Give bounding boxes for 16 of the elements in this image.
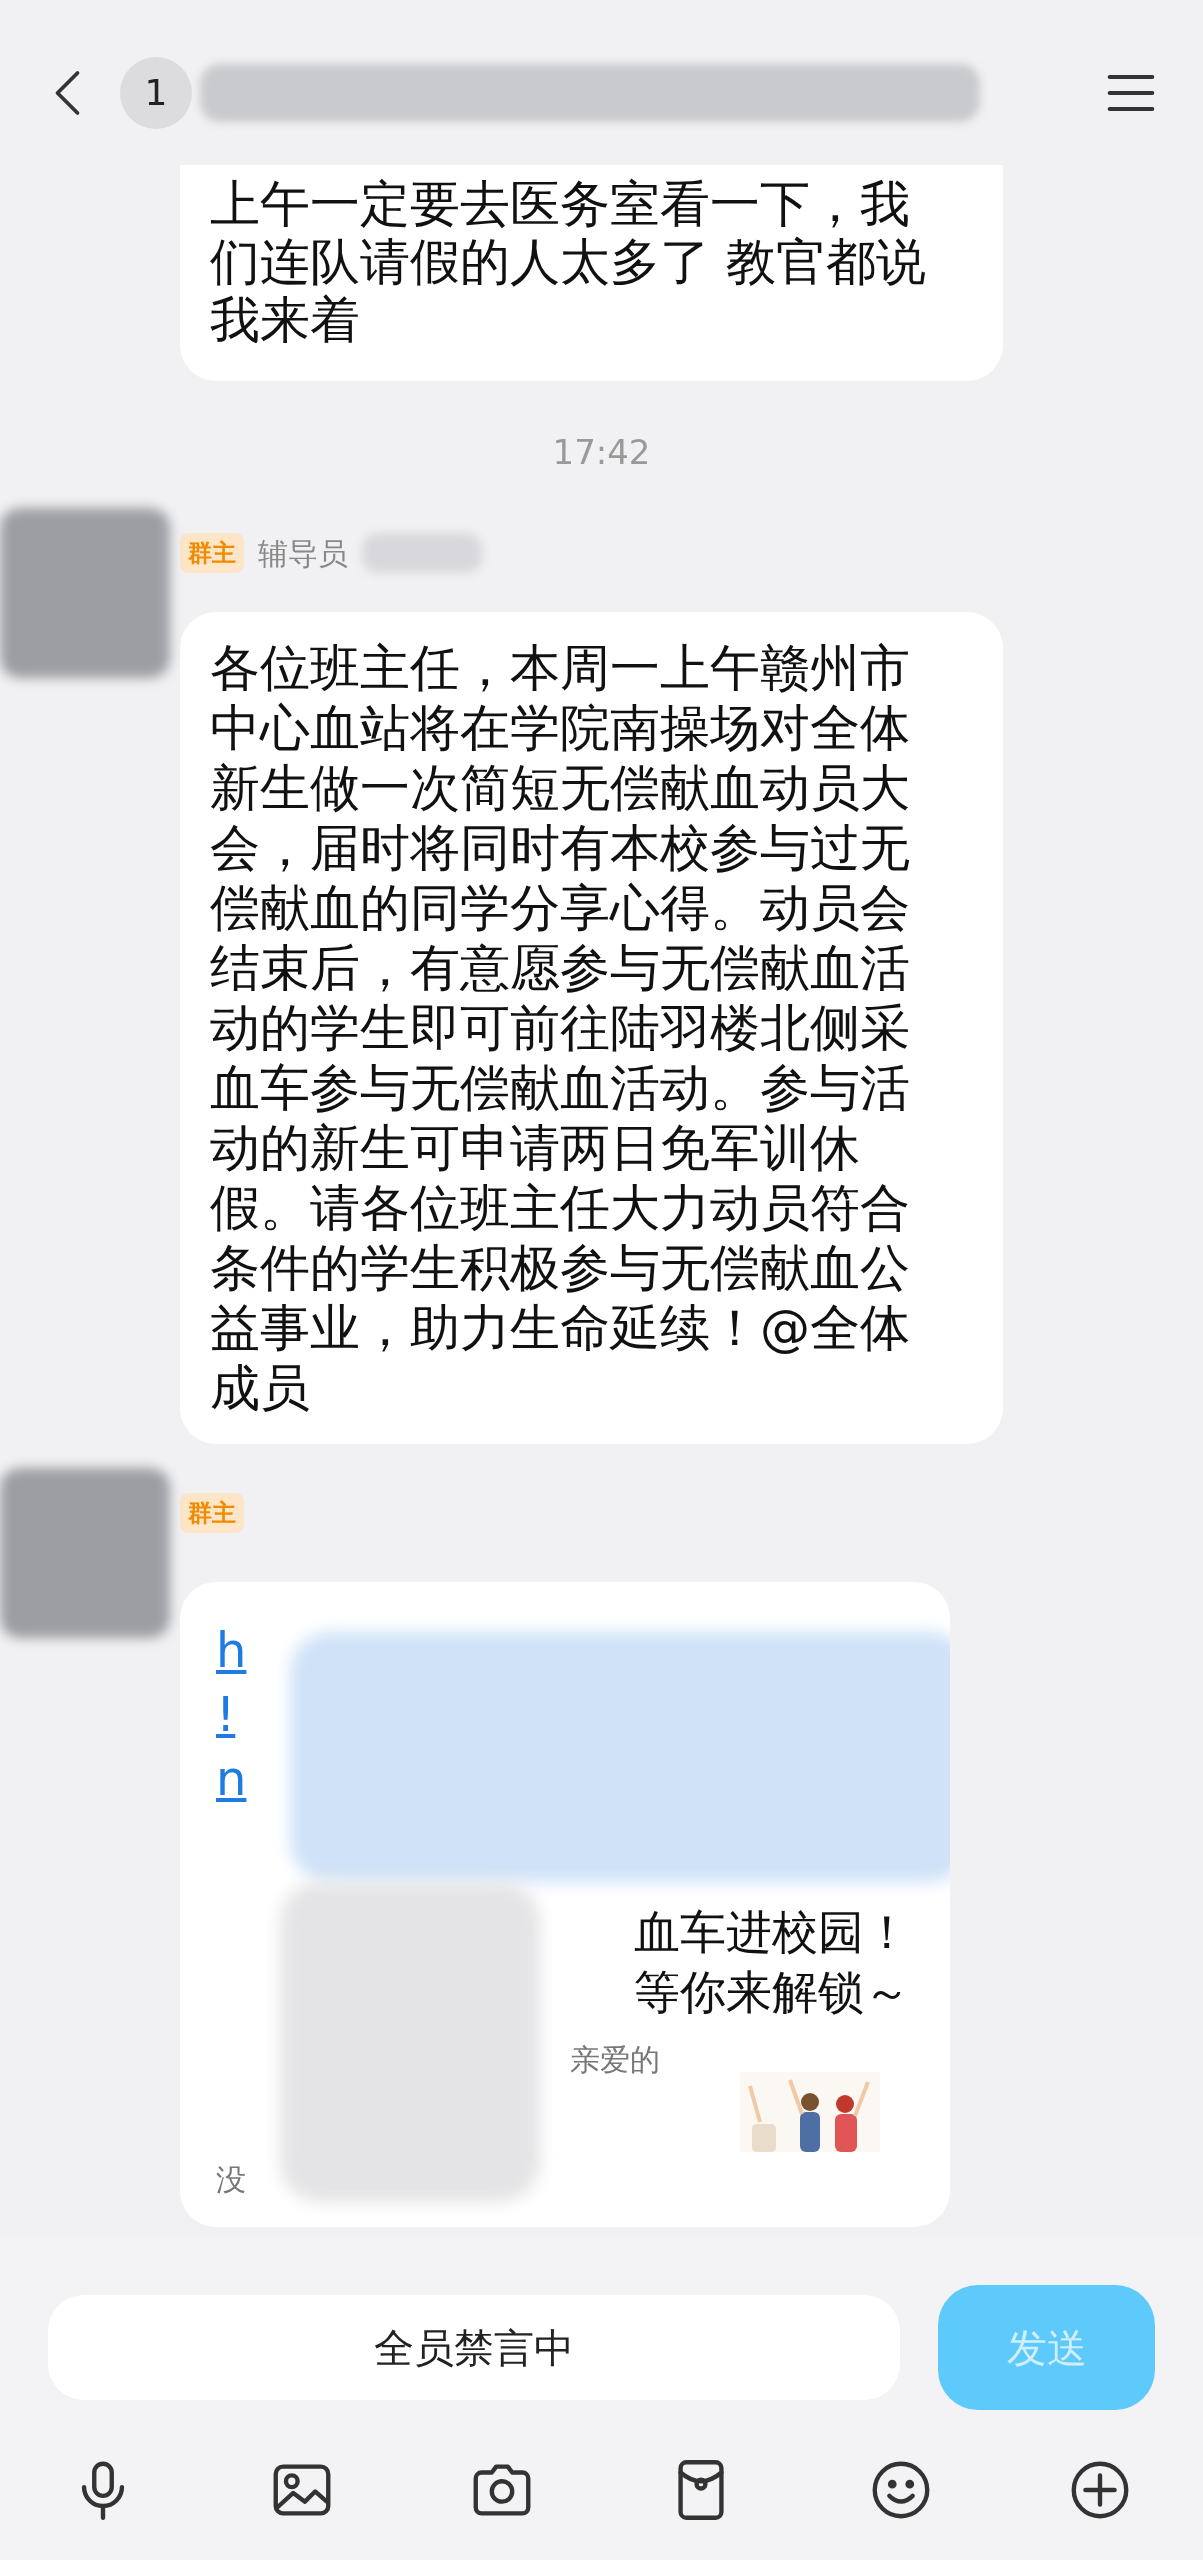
unread-count-badge: 1	[120, 56, 192, 129]
link-text[interactable]: n	[216, 1750, 247, 1806]
card-summary: 没	[216, 2161, 246, 2199]
message-text: 各位班主任，本周一上午赣州市中心血站将在学院南操场对全体新生做一次简短无偿献血动员大会，届时将同时有本校参与过无偿献血的同学分享心得。动员会结束后，有意愿参与无偿献血活动的学生即可前往陆羽楼北侧采血车参与无偿献血活动。参与活动的新生可申请两日免军训休假。请各位班主任大力动员符合条件的学生积极参与无偿献血公益事业，助力生命延续！@全体成员	[210, 638, 911, 1418]
sender-name: 辅导员	[258, 534, 348, 573]
message-text: 上午一定要去医务室看一下，我们连队请假的人太多了 教官都说我来着	[210, 175, 927, 349]
owner-badge: 群主	[180, 1493, 244, 1533]
card-title: 等你来解锁～	[634, 1964, 910, 2021]
message-input[interactable]: 全员禁言中	[48, 2295, 900, 2400]
link-card[interactable]: h ! n 血车进校园！ 等你来解锁～ 亲爱的 没	[180, 1582, 950, 2227]
link-text[interactable]: !	[216, 1686, 236, 1742]
card-summary: 亲爱的	[570, 2041, 660, 2079]
link-text[interactable]: h	[216, 1622, 247, 1678]
card-title: 血车进校园！	[634, 1904, 910, 1961]
timestamp: 17:42	[552, 431, 651, 474]
owner-badge: 群主	[180, 533, 244, 573]
